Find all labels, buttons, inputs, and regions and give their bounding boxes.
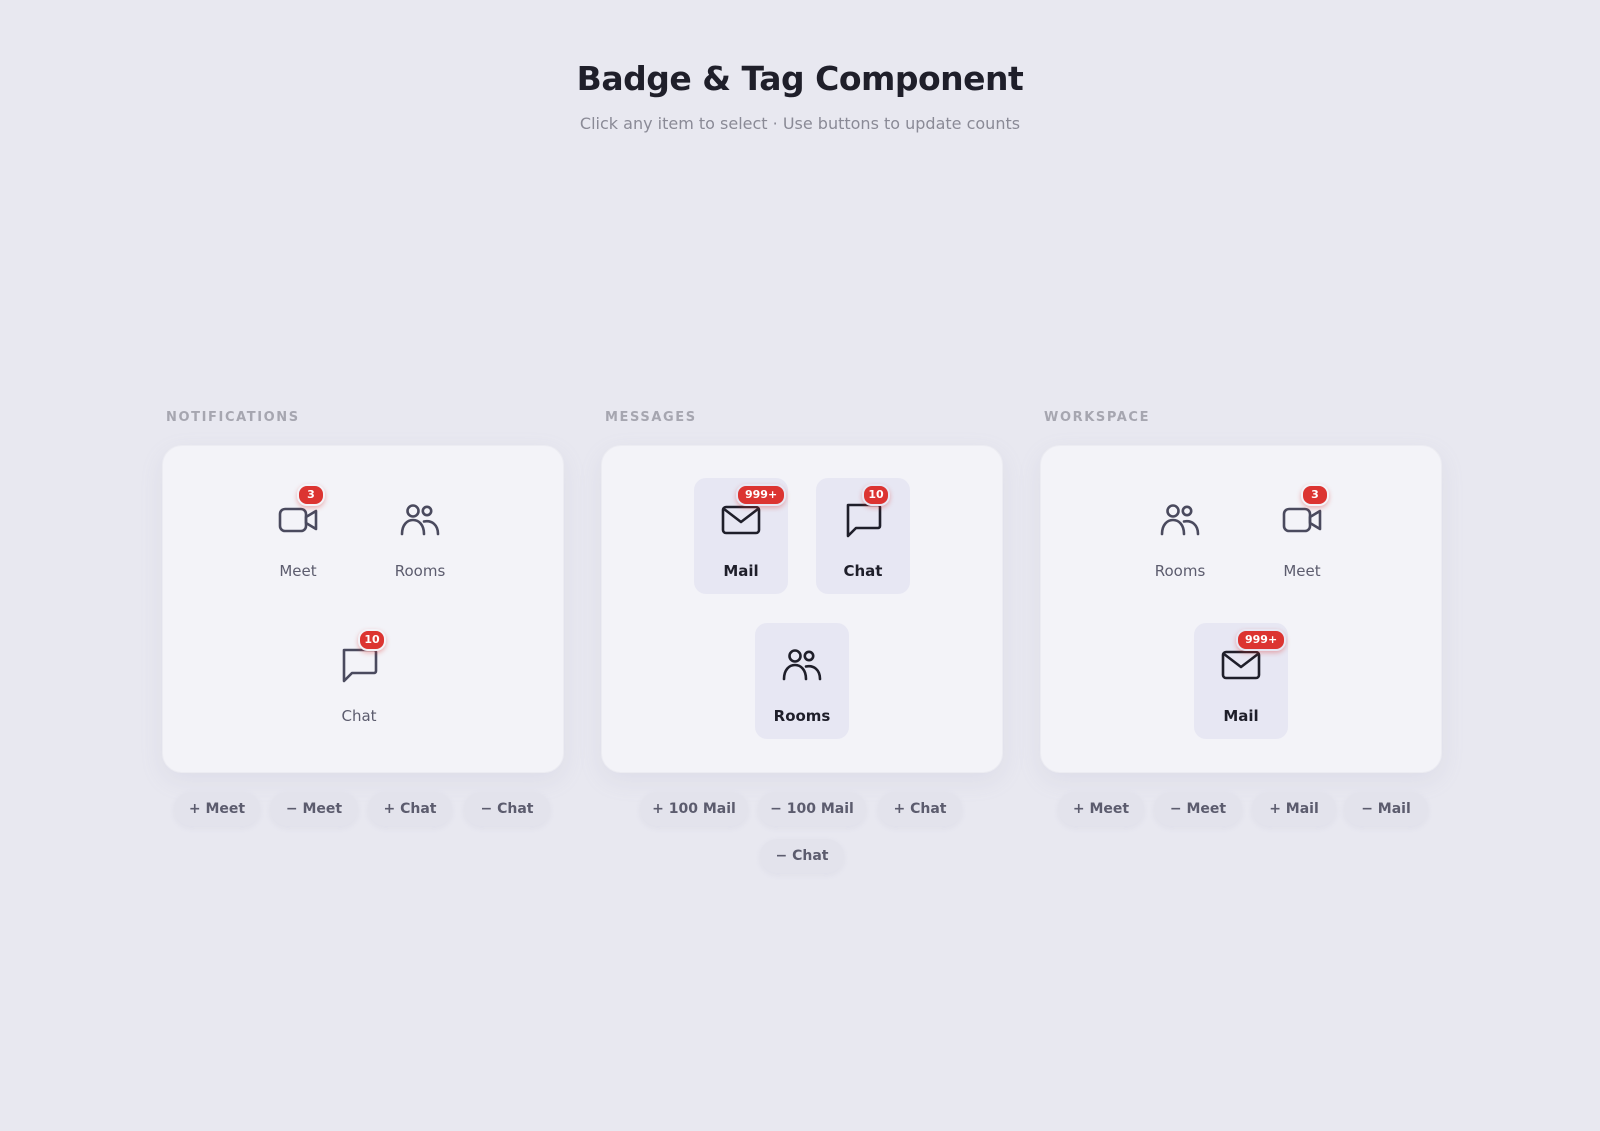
section-label: NOTIFICATIONS	[166, 410, 300, 425]
chat-bubble-icon	[339, 645, 379, 685]
item-mail[interactable]: 999+ Mail	[1194, 623, 1288, 739]
badge-count: 10	[862, 484, 890, 506]
item-label: Meet	[1283, 562, 1321, 580]
item-chat[interactable]: 10 Chat	[312, 623, 406, 739]
item-rooms[interactable]: Rooms	[373, 478, 467, 594]
item-rooms[interactable]: Rooms	[1133, 478, 1227, 594]
video-camera-icon	[278, 500, 318, 540]
badge-count: 999+	[1236, 629, 1287, 651]
video-camera-icon	[1282, 500, 1322, 540]
increment-chat-button[interactable]: + Chat	[368, 792, 452, 826]
badge-count: 999+	[736, 484, 787, 506]
increment-meet-button[interactable]: + Meet	[1058, 792, 1144, 826]
decrement-chat-button[interactable]: − Chat	[760, 839, 844, 873]
item-label: Mail	[1223, 707, 1259, 725]
item-label: Rooms	[1154, 562, 1206, 580]
badge-count: 3	[297, 484, 325, 506]
badge-count: 3	[1301, 484, 1329, 506]
page-title: Badge & Tag Component	[576, 59, 1024, 98]
decrement-meet-button[interactable]: − Meet	[1154, 792, 1242, 826]
section-label: MESSAGES	[605, 410, 697, 425]
section-workspace: WORKSPACE Rooms 3 Meet 999+ Mail + Meet …	[1040, 410, 1442, 826]
card-messages: 999+ Mail 10 Chat Rooms	[601, 445, 1003, 773]
item-label: Rooms	[773, 707, 831, 725]
mail-icon	[1221, 645, 1261, 685]
decrement-chat-button[interactable]: − Chat	[464, 792, 550, 826]
page-subtitle: Click any item to select · Use buttons t…	[579, 114, 1021, 133]
item-label: Chat	[341, 707, 377, 725]
people-icon	[1160, 500, 1200, 540]
section-messages: MESSAGES 999+ Mail 10 Chat Rooms + 100 M…	[601, 410, 1003, 873]
item-label: Mail	[723, 562, 759, 580]
page-header: Badge & Tag Component Click any item to …	[0, 58, 1600, 134]
increment-mail-button[interactable]: + Mail	[1252, 792, 1336, 826]
item-meet[interactable]: 3 Meet	[1255, 478, 1349, 594]
increment-meet-button[interactable]: + Meet	[174, 792, 260, 826]
increment-chat-button[interactable]: + Chat	[878, 792, 962, 826]
card-notifications: 3 Meet Rooms 10 Chat	[162, 445, 564, 773]
people-icon	[400, 500, 440, 540]
section-notifications: NOTIFICATIONS 3 Meet Rooms 10 Chat + Mee…	[162, 410, 564, 826]
item-label: Meet	[279, 562, 317, 580]
card-workspace: Rooms 3 Meet 999+ Mail	[1040, 445, 1442, 773]
item-meet[interactable]: 3 Meet	[251, 478, 345, 594]
item-mail[interactable]: 999+ Mail	[694, 478, 788, 594]
chat-bubble-icon	[843, 500, 883, 540]
item-label: Rooms	[394, 562, 446, 580]
people-icon	[782, 645, 822, 685]
decrement-mail-button[interactable]: − Mail	[1344, 792, 1428, 826]
item-label: Chat	[843, 562, 883, 580]
section-label: WORKSPACE	[1044, 410, 1151, 425]
decrement-100-mail-button[interactable]: − 100 Mail	[758, 792, 866, 826]
item-chat[interactable]: 10 Chat	[816, 478, 910, 594]
item-rooms[interactable]: Rooms	[755, 623, 849, 739]
badge-count: 10	[358, 629, 386, 651]
mail-icon	[721, 500, 761, 540]
increment-100-mail-button[interactable]: + 100 Mail	[640, 792, 748, 826]
decrement-meet-button[interactable]: − Meet	[270, 792, 358, 826]
